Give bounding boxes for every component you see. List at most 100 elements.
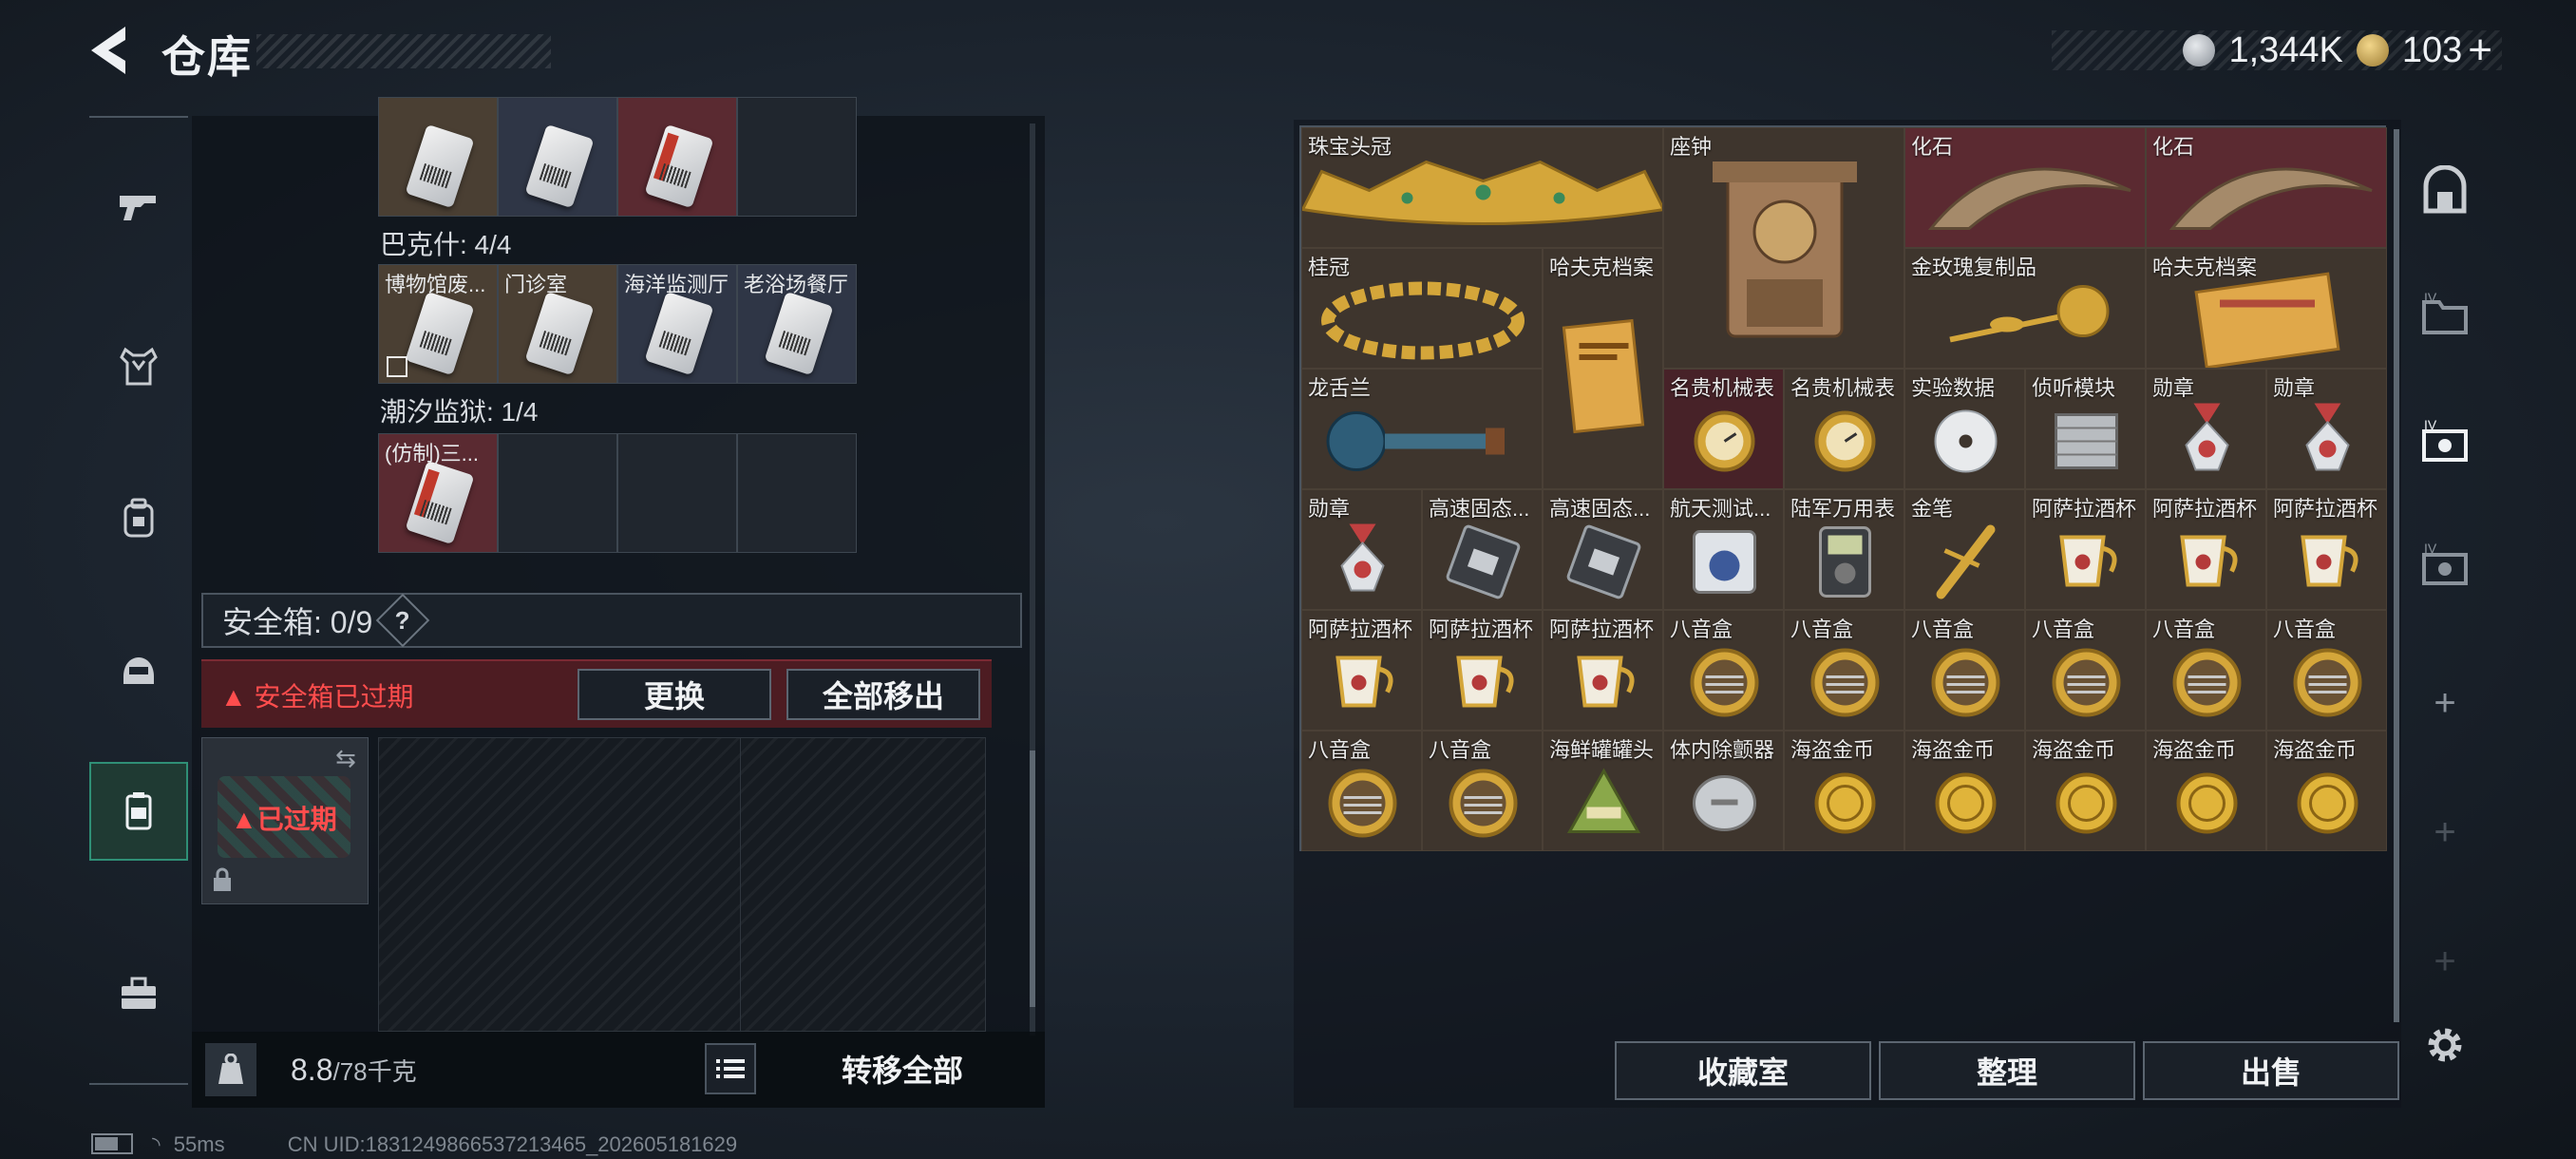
stash-item[interactable]: 勋章 <box>1301 489 1422 610</box>
safebox-grid[interactable] <box>378 737 986 1033</box>
status-line: ◝ 55ms CN UID:1831249866537213465_202605… <box>91 1130 737 1157</box>
stash-item-label: 海盗金币 <box>1911 738 1996 762</box>
keycard-slot[interactable]: 门诊室 <box>498 264 617 384</box>
nav-helmet[interactable] <box>89 621 188 720</box>
add-stash-tab-button[interactable]: + <box>2407 665 2483 741</box>
stash-item[interactable]: 阿萨拉酒杯 <box>1422 610 1543 731</box>
stash-item[interactable]: 阿萨拉酒杯 <box>2025 489 2146 610</box>
back-button[interactable] <box>84 21 141 80</box>
transfer-all-button[interactable]: 转移全部 <box>771 1037 1033 1100</box>
stash-item[interactable]: 八音盒 <box>1663 610 1784 731</box>
settings-button[interactable] <box>2407 1007 2483 1083</box>
safebox-item[interactable]: ▲已过期 ⇆ <box>201 737 369 904</box>
page-title: 仓库 <box>161 32 253 82</box>
stash-item[interactable]: 侦听模块 <box>2025 369 2146 489</box>
organize-button[interactable]: 整理 <box>1879 1041 2135 1100</box>
stash-item[interactable]: 座钟 <box>1663 127 1904 369</box>
keycard-slot[interactable] <box>617 433 737 553</box>
stash-item[interactable]: 海盗金币 <box>2266 731 2387 851</box>
stash-item[interactable]: 阿萨拉酒杯 <box>2146 489 2266 610</box>
nav-backpack[interactable] <box>89 469 188 568</box>
stash-item[interactable]: 海盗金币 <box>1904 731 2025 851</box>
stash-item[interactable]: 珠宝头冠 <box>1301 127 1663 248</box>
stash-item[interactable]: 八音盒 <box>2025 610 2146 731</box>
keycard-slot[interactable] <box>617 97 737 217</box>
stash-item[interactable]: 航天测试... <box>1663 489 1784 610</box>
replace-button[interactable]: 更换 <box>578 669 771 720</box>
keycard-slot[interactable] <box>378 97 498 217</box>
stash-item[interactable]: 名贵机械表 <box>1663 369 1784 489</box>
stash-item[interactable]: 桂冠 <box>1301 248 1543 369</box>
nav-armor[interactable] <box>89 317 188 416</box>
stash-item[interactable]: 阿萨拉酒杯 <box>1543 610 1663 731</box>
stash-item-label: 金笔 <box>1911 497 1954 521</box>
stash-item-label: 桂冠 <box>1308 256 1351 279</box>
stash-item[interactable]: 高速固态... <box>1422 489 1543 610</box>
keycard-slot[interactable]: 海洋监测厅 <box>617 264 737 384</box>
stash-item[interactable]: 阿萨拉酒杯 <box>2266 489 2387 610</box>
keycard-icon <box>644 291 714 376</box>
stash-item[interactable]: 龙舌兰 <box>1301 369 1543 489</box>
stash-item[interactable]: 陆军万用表 <box>1784 489 1904 610</box>
keycard-slot[interactable]: 老浴场餐厅 <box>737 264 857 384</box>
stash-item[interactable]: 海盗金币 <box>2146 731 2266 851</box>
nav-safebox[interactable] <box>89 762 188 861</box>
keycard-slot[interactable]: 博物馆废... <box>378 264 498 384</box>
stash-item[interactable]: 哈夫克档案 <box>1543 248 1663 489</box>
stash-item[interactable]: 金玫瑰复制品 <box>1904 248 2146 369</box>
stash-tab-4c[interactable]: IV <box>2407 528 2483 604</box>
plus-icon: + <box>2434 681 2456 724</box>
keycard-icon <box>405 460 475 545</box>
stash-tab-4a[interactable]: IV <box>2407 277 2483 353</box>
stash-item[interactable]: 八音盒 <box>2266 610 2387 731</box>
title-decoration <box>256 34 551 68</box>
stash-item[interactable]: 八音盒 <box>1422 731 1543 851</box>
stash-scrollbar[interactable] <box>2394 129 2399 1022</box>
move-all-out-button[interactable]: 全部移出 <box>786 669 980 720</box>
ping-value: 55ms <box>173 1132 225 1156</box>
currency-secondary-value: 103 <box>2401 29 2463 70</box>
stash-item[interactable]: 实验数据 <box>1904 369 2025 489</box>
keycard-slot[interactable] <box>737 97 857 217</box>
sell-button[interactable]: 出售 <box>2143 1041 2399 1100</box>
stash-item[interactable]: 八音盒 <box>2146 610 2266 731</box>
nav-weapons[interactable] <box>89 156 188 255</box>
list-view-button[interactable] <box>705 1043 756 1094</box>
stash-item[interactable]: 体内除颤器 <box>1663 731 1784 851</box>
stash-item[interactable]: 八音盒 <box>1904 610 2025 731</box>
folder-icon: IV <box>2422 290 2468 334</box>
swap-icon: ⇆ <box>335 744 356 772</box>
stash-item[interactable]: 海盗金币 <box>2025 731 2146 851</box>
stash-item[interactable]: 哈夫克档案 <box>2146 248 2387 369</box>
add-currency-button[interactable]: + <box>2468 27 2492 74</box>
stash-item[interactable]: 八音盒 <box>1784 610 1904 731</box>
stash-item[interactable]: 海鲜罐罐头 <box>1543 731 1663 851</box>
keycard-slot[interactable] <box>498 97 617 217</box>
stash-item-label: 名贵机械表 <box>1790 376 1896 400</box>
nav-toolbox[interactable] <box>89 944 188 1043</box>
lock-icon <box>212 867 233 892</box>
stash-tab-4b[interactable]: IV <box>2407 405 2483 481</box>
stash-item[interactable]: 金笔 <box>1904 489 2025 610</box>
keycard-slot[interactable] <box>498 433 617 553</box>
stash-item[interactable]: 阿萨拉酒杯 <box>1301 610 1422 731</box>
stash-item[interactable]: 八音盒 <box>1301 731 1422 851</box>
safebox-header: 安全箱: 0/9 ? <box>201 593 1022 648</box>
keycard-slot[interactable] <box>737 433 857 553</box>
currency-main-value: 1,344K <box>2228 29 2343 70</box>
stash-item[interactable]: 化石 <box>2146 127 2387 248</box>
safe-icon <box>2423 165 2467 214</box>
plus-icon: + <box>2434 810 2456 853</box>
stash-item[interactable]: 高速固态... <box>1543 489 1663 610</box>
keycard-slot[interactable]: (仿制)三... <box>378 433 498 553</box>
collection-room-button[interactable]: 收藏室 <box>1615 1041 1871 1100</box>
stash-item[interactable]: 海盗金币 <box>1784 731 1904 851</box>
grid-divider <box>740 738 741 1033</box>
stash-item[interactable]: 名贵机械表 <box>1784 369 1904 489</box>
scrollbar-thumb[interactable] <box>1030 750 1035 1007</box>
stash-item[interactable]: 勋章 <box>2146 369 2266 489</box>
stash-tab-main[interactable] <box>2407 154 2483 230</box>
stash-item[interactable]: 化石 <box>1904 127 2146 248</box>
stash-item[interactable]: 勋章 <box>2266 369 2387 489</box>
help-button[interactable]: ? <box>375 593 430 648</box>
